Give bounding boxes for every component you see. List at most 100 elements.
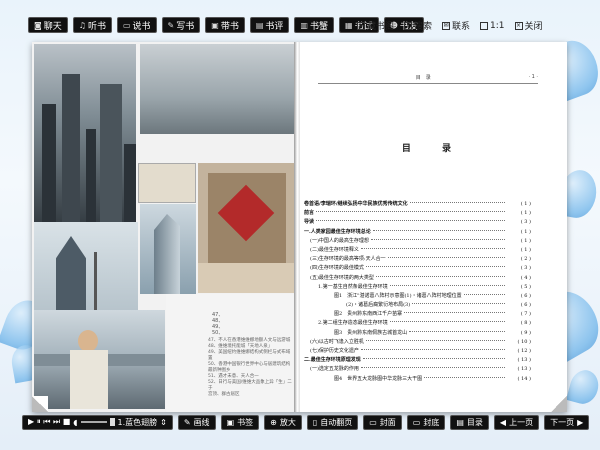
toc-entry-title: 一.人类家园最佳生存环境总论 xyxy=(304,228,371,235)
toc-dot-leader xyxy=(316,211,505,213)
toc-entry-page: ( 8 ) xyxy=(520,320,531,327)
toc-entry[interactable]: (一)中国人的最高生存理想 ( 1 ) xyxy=(304,237,531,246)
toc-entry-title: 卷首语/李瑞环/继续弘扬中华民族优秀传统文化 xyxy=(304,201,408,207)
track-name: 1.蓝色翅膀 xyxy=(117,417,158,427)
toc-title: 目 录 xyxy=(401,144,466,154)
cover-button[interactable]: ▭ 封面 xyxy=(363,414,402,430)
toc-entry-title: 导读 xyxy=(304,219,315,226)
toc-entry[interactable]: 2.第二组生存造态最佳生存环境 ( 8 ) xyxy=(304,319,531,328)
bookshelf-button[interactable]: ▪ 藏书阁 xyxy=(357,19,394,32)
back-cover-icon: ▭ xyxy=(412,417,421,427)
test-icon: ▦ xyxy=(345,20,353,30)
review-button[interactable]: ▤ 书评 xyxy=(249,17,290,33)
header-center: 目 录 xyxy=(415,75,431,81)
crab-button[interactable]: ▥ 书蟹 xyxy=(294,17,334,33)
toc-entry[interactable]: 图3 贵州黔东南侗族古城首龙山 ( 9 ) xyxy=(304,329,531,338)
draw-line-button[interactable]: ✎ 画线 xyxy=(177,414,216,430)
prev-page-button[interactable]: ◀ 上一页 xyxy=(493,414,540,430)
toc-entry-page: ( 10 ) xyxy=(517,338,531,345)
traditional-gate-photo xyxy=(198,163,296,293)
crab-icon: ▥ xyxy=(300,20,308,30)
volume-slider[interactable] xyxy=(80,421,107,423)
left-page[interactable]: 47、 48、 49、 50、 47、不人在香港维维娜地额人文与远游城 48、维… xyxy=(32,42,296,412)
toc-dot-leader xyxy=(463,293,505,295)
auto-flip-button[interactable]: ▯ 自动翻页 xyxy=(306,414,359,430)
bookmark-icon: ▣ xyxy=(226,417,235,427)
bookmark-button[interactable]: ▣ 书签 xyxy=(220,414,260,430)
write-button[interactable]: ✎ 写书 xyxy=(161,17,201,33)
volume-knob[interactable] xyxy=(109,418,115,426)
toc-entry[interactable]: (一)选定五龙脉的作用 ( 13 ) xyxy=(304,365,531,374)
bookshelf-icon: ▪ xyxy=(357,21,365,30)
toc-entry[interactable]: 图1 浙江"湛诺葛八阵村示意图(1)・诸葛八阵村地理位置 ( 6 ) xyxy=(304,292,531,301)
contact-icon: ✉ xyxy=(442,21,451,30)
headphones-icon: ♫ xyxy=(78,20,86,30)
toc-entry-title: (二)最佳生存环境释义 xyxy=(310,246,359,253)
toc-entry[interactable]: 二.最佳生存环境原理发现 ( 13 ) xyxy=(304,356,531,365)
zoom-in-button[interactable]: ⊕ 放大 xyxy=(264,414,302,430)
toc-entry[interactable]: (五)最佳生存环境的两大类型 ( 4 ) xyxy=(304,274,531,283)
flower-decoration xyxy=(566,366,600,408)
track-select-icon[interactable]: ⇕ xyxy=(160,418,167,427)
toc-entry[interactable]: (七)保护历史文化遗产 ( 12 ) xyxy=(304,347,531,356)
zoom-ratio-button[interactable]: 1:1 xyxy=(480,19,505,32)
toc-dot-leader xyxy=(409,330,505,332)
toc-entry-title: (六)以古时飞逢入立胜机 xyxy=(310,338,364,345)
book-icon: ▣ xyxy=(211,20,219,30)
toc-entry[interactable]: 一.人类家园最佳生存环境总论 ( 1 ) xyxy=(304,228,531,237)
toc-dot-leader xyxy=(365,339,505,341)
toc-entry-title: 图1 浙江"湛诺葛八阵村示意图(1)・诸葛八阵村地理位置 xyxy=(334,292,462,299)
right-page[interactable]: 目 录 · 1 · 目 录 卷首语/李瑞环/继续弘扬中华民族优秀传统文化 ( 1 … xyxy=(300,42,567,412)
bring-book-button[interactable]: ▣ 带书 xyxy=(205,17,245,33)
toc-entry-page: ( 9 ) xyxy=(520,329,531,336)
toc-entry-page: ( 1 ) xyxy=(520,228,531,235)
zoom-icon: ⊕ xyxy=(270,417,277,427)
toc-entry-title: (四)生存环境的最佳模式 xyxy=(310,265,364,272)
toc-dot-leader xyxy=(412,303,505,305)
page-curl-left[interactable] xyxy=(32,396,48,412)
speak-button[interactable]: ▭ 说书 xyxy=(116,17,157,33)
tower-photo xyxy=(140,204,196,294)
toc-entry[interactable]: 导读 ( 3 ) xyxy=(304,218,531,227)
page-curl-right[interactable] xyxy=(551,396,567,412)
toc-entry[interactable]: (二)最佳生存环境释义 ( 1 ) xyxy=(304,246,531,255)
pen-icon: ✎ xyxy=(167,20,175,30)
book-spread: 47、 48、 49、 50、 47、不人在香港维维娜地额人文与远游城 48、维… xyxy=(32,42,567,412)
toc-entry[interactable]: (六)以古时飞逢入立胜机 ( 10 ) xyxy=(304,338,531,347)
toc-entry-page: ( 3 ) xyxy=(520,265,531,272)
toc-entry-page: ( 4 ) xyxy=(520,274,531,281)
toc-entry[interactable]: 前言 ( 1 ) xyxy=(304,209,531,218)
toc-dot-leader xyxy=(375,275,505,277)
media-controls[interactable]: ▶ ⏸ ⏮ ⏭ ■ xyxy=(28,417,70,427)
figure-number-label: 47、 48、 49、 50、 xyxy=(212,312,224,336)
toc-entry-title: 图2 贵州黔东南西江千户苗寨 xyxy=(334,311,403,318)
toc-dot-leader xyxy=(316,220,505,222)
toc-entry-title: (七)保护历史文化遗产 xyxy=(310,348,359,354)
toc-entry-page: ( 5 ) xyxy=(520,283,531,290)
toc-entry-page: ( 13 ) xyxy=(517,357,531,364)
contact-button[interactable]: ✉ 联系 xyxy=(442,19,470,32)
chat-icon: ◙ xyxy=(34,20,42,30)
back-cover-button[interactable]: ▭ 封底 xyxy=(406,414,446,430)
next-page-button[interactable]: 下一页 ▶ xyxy=(544,414,590,430)
toc-entry[interactable]: 图2 贵州黔东南西江千户苗寨 ( 7 ) xyxy=(304,310,531,319)
chat-button[interactable]: ◙ 聊天 xyxy=(28,17,68,33)
toc-entry[interactable]: 1.第一基生自然条最佳生存环境 ( 5 ) xyxy=(304,283,531,292)
toc-dot-leader xyxy=(360,349,505,350)
toc-entry[interactable]: 卷首语/李瑞环/继续弘扬中华民族优秀传统文化 ( 1 ) xyxy=(304,200,531,209)
listen-button[interactable]: ♫ 听书 xyxy=(72,17,112,33)
toc-dot-leader xyxy=(370,238,505,240)
toc-entry[interactable]: (三)生存环境的最高等项:天人合一 ( 2 ) xyxy=(304,255,531,264)
contents-button[interactable]: ▤ 目录 xyxy=(450,414,489,430)
photo-captions: 47、不人在香港维维娜地额人文与远游城 48、维维境托能城「天地人泉」 49、美… xyxy=(208,338,292,397)
toc-entry[interactable]: (2)・诸葛后裔繁衍地布局(3) ( 6 ) xyxy=(304,301,531,310)
search-button[interactable]: ⌕ 搜索 xyxy=(404,19,432,32)
toc-entry[interactable]: 图4 世界五大龙脉图中华龙脉三大干图 ( 14 ) xyxy=(304,375,531,384)
brush-icon: ✎ xyxy=(183,417,191,427)
autoflip-icon: ▯ xyxy=(312,417,318,427)
harbor-portrait-photo xyxy=(34,310,165,409)
toc-entry[interactable]: (四)生存环境的最佳模式 ( 3 ) xyxy=(304,264,531,273)
close-button[interactable]: × 关闭 xyxy=(514,19,543,32)
header-page-number: · 1 · xyxy=(528,74,538,80)
search-icon: ⌕ xyxy=(404,21,413,30)
